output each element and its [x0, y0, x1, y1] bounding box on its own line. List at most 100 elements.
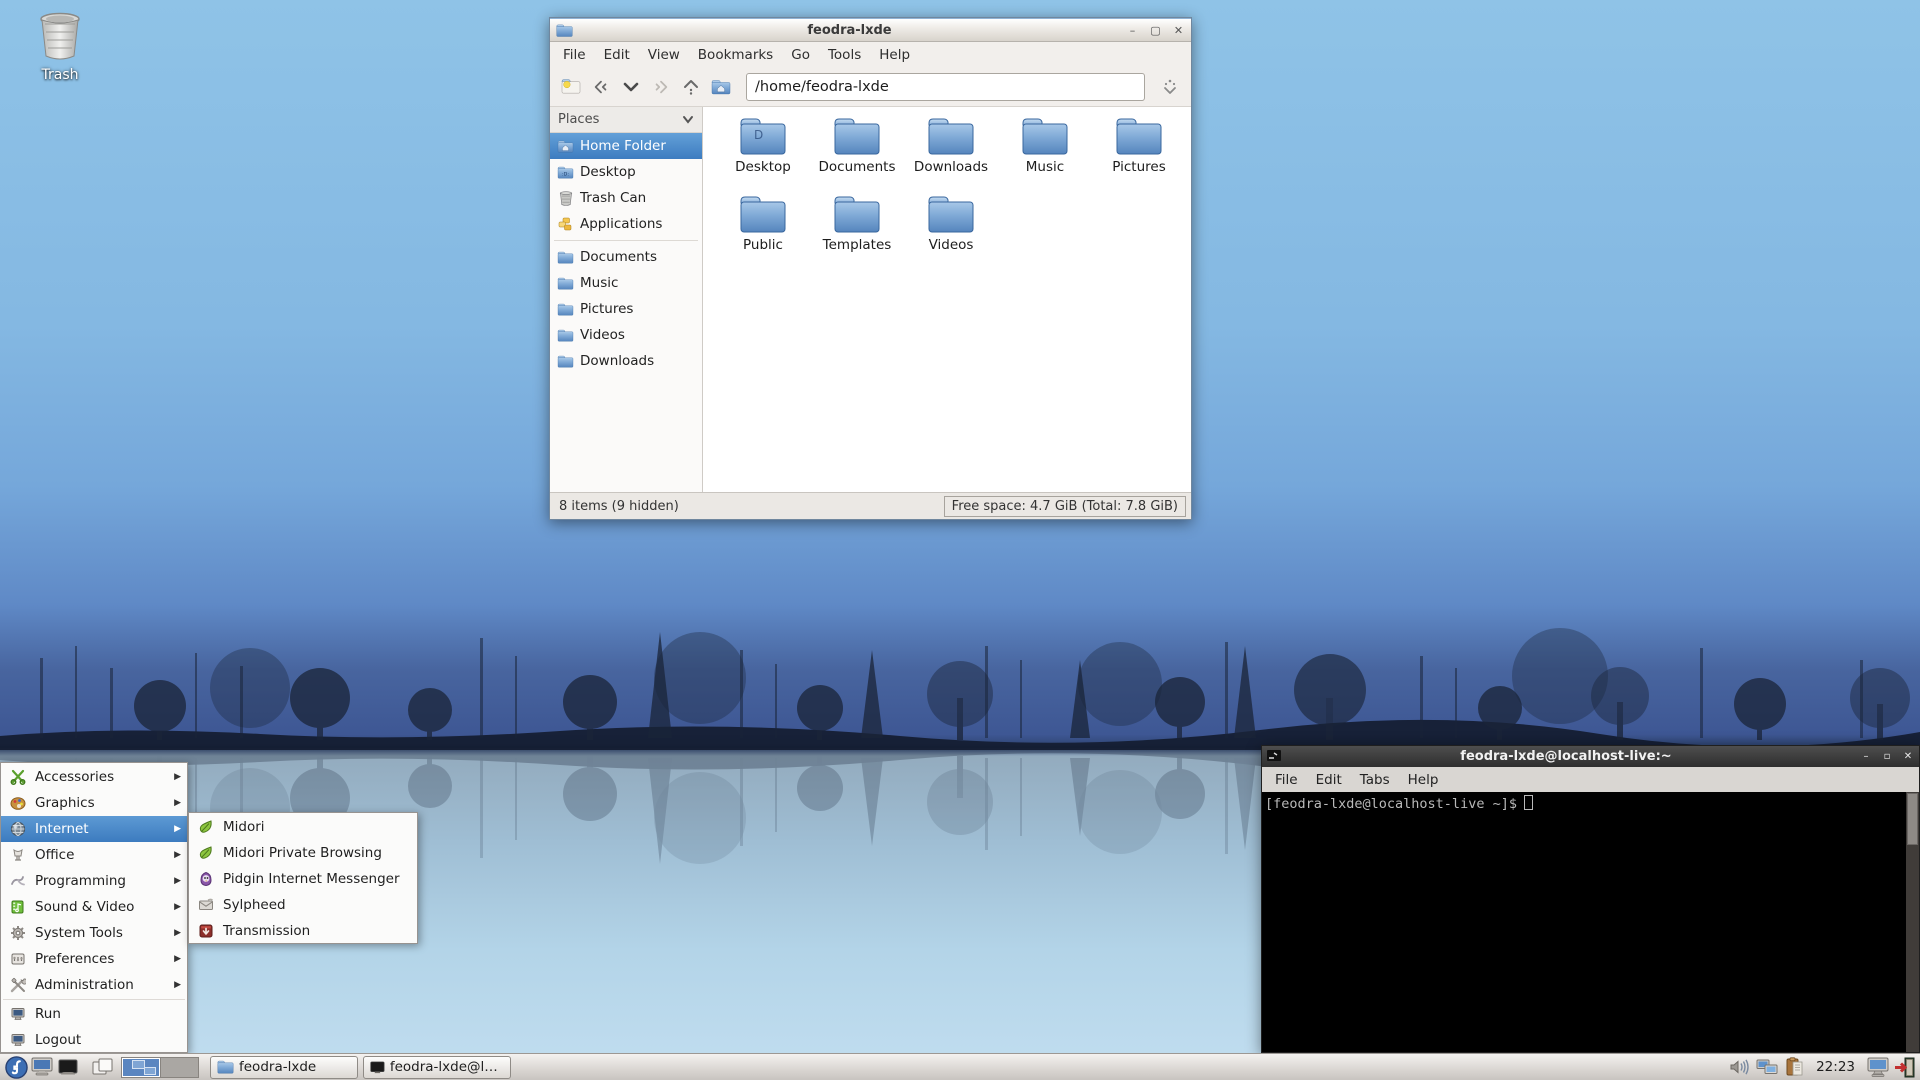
place-applications[interactable]: Applications [550, 211, 702, 237]
taskbar-task-terminal[interactable]: feodra-lxde@loc... [363, 1055, 511, 1079]
lock-screen-icon[interactable] [1866, 1055, 1890, 1079]
chevron-down-icon [683, 116, 693, 124]
path-input[interactable] [746, 72, 1145, 101]
fm-menu-tools[interactable]: Tools [819, 44, 870, 66]
terminal-close-button[interactable]: ✕ [1902, 751, 1914, 763]
folder-item-documents[interactable]: Documents [810, 116, 904, 194]
jump-to-button[interactable] [1157, 74, 1183, 100]
home-button[interactable] [708, 74, 734, 100]
menu-item-sound-video[interactable]: Sound & Video ▶ [1, 894, 187, 920]
folder-item-downloads[interactable]: Downloads [904, 116, 998, 194]
folder-item-videos[interactable]: Videos [904, 194, 998, 272]
submenu-item-midori[interactable]: Midori [189, 814, 417, 840]
taskbar-clock[interactable]: 22:23 [1816, 1059, 1855, 1075]
fm-maximize-button[interactable]: ▢ [1149, 24, 1162, 37]
folder-icon [1022, 118, 1068, 155]
submenu-arrow-icon: ▶ [174, 850, 181, 860]
place-desktop[interactable]: :D: Desktop [550, 159, 702, 185]
up-button[interactable] [678, 74, 704, 100]
taskbar-task-file-manager[interactable]: feodra-lxde [210, 1055, 358, 1079]
menu-item-label: Sound & Video [35, 899, 135, 915]
file-manager-launcher[interactable] [29, 1055, 55, 1080]
place-label: Videos [580, 327, 625, 343]
menu-item-logout[interactable]: Logout [1, 1027, 187, 1053]
start-menu-button[interactable] [3, 1055, 29, 1080]
volume-icon[interactable] [1728, 1055, 1752, 1079]
submenu-arrow-icon: ▶ [174, 824, 181, 834]
forward-button[interactable] [648, 74, 674, 100]
menu-item-accessories[interactable]: Accessories ▶ [1, 764, 187, 790]
menu-item-internet[interactable]: Internet ▶ [1, 816, 187, 842]
place-trash-can[interactable]: Trash Can [550, 185, 702, 211]
desktop-trash-shortcut[interactable]: Trash [22, 12, 98, 83]
terminal-maximize-button[interactable]: ▫ [1881, 751, 1893, 763]
start-menu: Accessories ▶ Graphics ▶ Internet ▶ Offi… [0, 762, 188, 1053]
place-documents[interactable]: Documents [550, 244, 702, 270]
submenu-item-transmission[interactable]: Transmission [189, 918, 417, 944]
midori-leaf-icon [197, 844, 215, 862]
terminal-menu-tabs[interactable]: Tabs [1351, 769, 1399, 791]
trash-icon [40, 12, 80, 60]
network-icon[interactable] [1755, 1055, 1779, 1079]
terminal-scrollbar[interactable] [1906, 792, 1919, 1052]
terminal-menu-edit[interactable]: Edit [1307, 769, 1351, 791]
terminal-launcher[interactable] [55, 1055, 81, 1080]
menu-item-run[interactable]: Run [1, 1001, 187, 1027]
terminal-scrollbar-thumb[interactable] [1907, 793, 1918, 845]
fm-titlebar[interactable]: feodra-lxde – ▢ ✕ [550, 18, 1191, 42]
desktop: Trash feodra-lxde – ▢ ✕ File Edit View B… [0, 0, 1920, 1080]
place-label: Downloads [580, 353, 655, 369]
folder-item-pictures[interactable]: Pictures [1092, 116, 1186, 194]
folder-label: Public [743, 237, 783, 253]
fm-minimize-button[interactable]: – [1126, 24, 1139, 37]
terminal-menu-file[interactable]: File [1266, 769, 1307, 791]
submenu-item-sylpheed[interactable]: Sylpheed [189, 892, 417, 918]
menu-item-graphics[interactable]: Graphics ▶ [1, 790, 187, 816]
place-downloads[interactable]: Downloads [550, 348, 702, 374]
menu-item-programming[interactable]: Programming ▶ [1, 868, 187, 894]
place-videos[interactable]: Videos [550, 322, 702, 348]
run-monitor-icon [9, 1005, 27, 1023]
file-manager-window: feodra-lxde – ▢ ✕ File Edit View Bookmar… [549, 17, 1192, 520]
submenu-arrow-icon: ▶ [174, 772, 181, 782]
place-label: Home Folder [580, 138, 666, 154]
terminal-content[interactable]: [feodra-lxde@localhost-live ~]$ [1262, 792, 1919, 1052]
folder-label: Downloads [913, 159, 989, 175]
place-pictures[interactable]: Pictures [550, 296, 702, 322]
fm-menu-help[interactable]: Help [870, 44, 919, 66]
fm-menu-view[interactable]: View [639, 44, 689, 66]
place-music[interactable]: Music [550, 270, 702, 296]
pager-desktop-2[interactable] [160, 1057, 198, 1077]
folder-item-public[interactable]: Public [716, 194, 810, 272]
submenu-item-midori-private[interactable]: Midori Private Browsing [189, 840, 417, 866]
folder-item-music[interactable]: Music [998, 116, 1092, 194]
clipboard-icon[interactable] [1782, 1055, 1806, 1079]
terminal-minimize-button[interactable]: – [1860, 751, 1872, 763]
terminal-titlebar[interactable]: feodra-lxde@localhost-live:~ – ▫ ✕ [1262, 746, 1919, 767]
back-button[interactable] [588, 74, 614, 100]
minimize-all-button[interactable] [89, 1055, 115, 1080]
pager-desktop-1[interactable] [122, 1057, 160, 1077]
history-dropdown-button[interactable] [618, 74, 644, 100]
window-folder-icon [556, 24, 573, 37]
places-header[interactable]: Places [550, 107, 702, 133]
menu-item-system-tools[interactable]: System Tools ▶ [1, 920, 187, 946]
place-home-folder[interactable]: Home Folder [550, 133, 702, 159]
folder-item-desktop[interactable]: D Desktop [716, 116, 810, 194]
new-tab-button[interactable] [558, 74, 584, 100]
terminal-menu-help[interactable]: Help [1399, 769, 1448, 791]
desktop-pager [121, 1056, 199, 1078]
menu-item-administration[interactable]: Administration ▶ [1, 972, 187, 998]
fm-close-button[interactable]: ✕ [1172, 24, 1185, 37]
terminal-window: feodra-lxde@localhost-live:~ – ▫ ✕ File … [1261, 745, 1920, 1053]
fm-menu-file[interactable]: File [554, 44, 595, 66]
menu-item-label: Run [35, 1006, 61, 1022]
submenu-item-pidgin[interactable]: Pidgin Internet Messenger [189, 866, 417, 892]
fm-menu-go[interactable]: Go [782, 44, 819, 66]
fm-menu-bookmarks[interactable]: Bookmarks [689, 44, 782, 66]
logout-door-icon[interactable] [1893, 1055, 1917, 1079]
menu-item-preferences[interactable]: Preferences ▶ [1, 946, 187, 972]
folder-item-templates[interactable]: Templates [810, 194, 904, 272]
menu-item-office[interactable]: Office ▶ [1, 842, 187, 868]
fm-menu-edit[interactable]: Edit [595, 44, 639, 66]
